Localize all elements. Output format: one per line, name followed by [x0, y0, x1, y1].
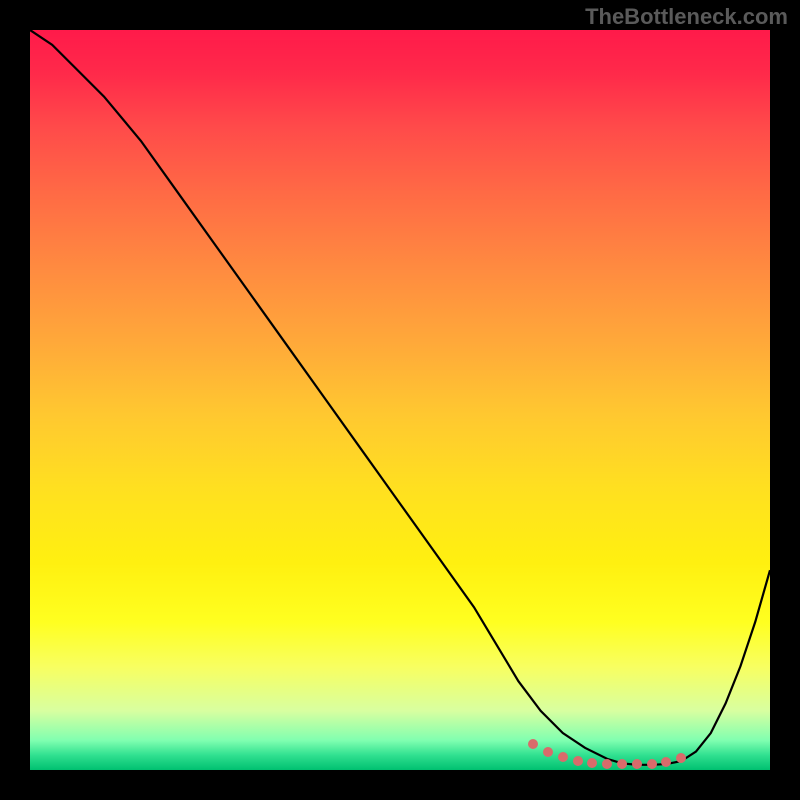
chart-plot-area: [30, 30, 770, 770]
highlight-dot: [647, 759, 657, 769]
highlight-dot: [632, 759, 642, 769]
highlight-dot: [602, 759, 612, 769]
highlight-dot: [587, 758, 597, 768]
highlight-dot: [617, 759, 627, 769]
highlight-dot: [543, 747, 553, 757]
watermark-text: TheBottleneck.com: [585, 4, 788, 30]
chart-highlight-dots: [30, 30, 770, 770]
highlight-dot: [661, 757, 671, 767]
highlight-dot: [573, 756, 583, 766]
highlight-dot: [558, 752, 568, 762]
highlight-dot: [528, 739, 538, 749]
highlight-dot: [676, 753, 686, 763]
